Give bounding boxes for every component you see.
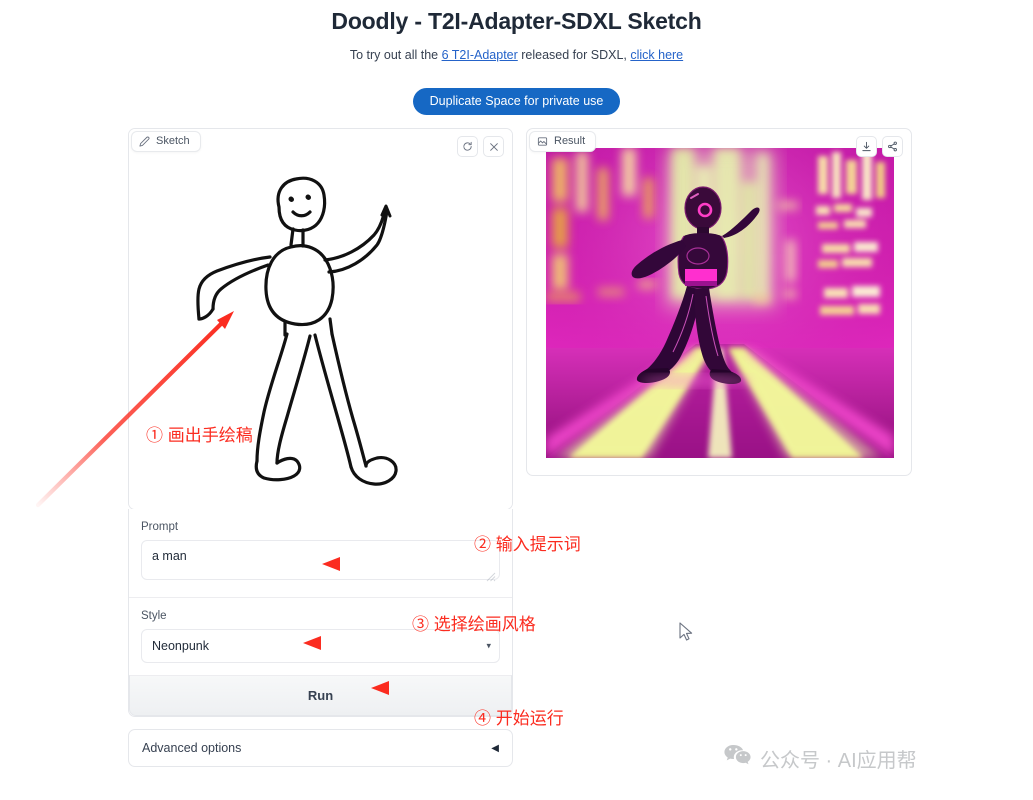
result-panel-tag: Result (529, 131, 597, 152)
t2i-adapter-link[interactable]: 6 T2I-Adapter (442, 48, 518, 62)
prompt-input-wrapper (141, 540, 500, 585)
duplicate-space-button[interactable]: Duplicate Space for private use (412, 88, 621, 115)
share-icon[interactable] (882, 136, 903, 157)
app-root: Doodly - T2I-Adapter-SDXL Sketch To try … (0, 0, 1033, 800)
sketch-figure (196, 176, 398, 486)
sketch-panel-actions (457, 136, 504, 157)
close-icon[interactable] (483, 136, 504, 157)
sketch-panel-tag: Sketch (131, 131, 201, 152)
page-subtitle: To try out all the 6 T2I-Adapter release… (0, 48, 1033, 62)
annotation-step-1: ① 画出手绘稿 (146, 426, 253, 445)
sketch-panel[interactable]: Sketch (128, 128, 513, 510)
undo-icon[interactable] (457, 136, 478, 157)
pencil-icon (139, 136, 150, 147)
result-panel: Result (526, 128, 912, 476)
duplicate-button-container: Duplicate Space for private use (0, 88, 1033, 115)
download-icon[interactable] (856, 136, 877, 157)
result-panel-label: Result (554, 135, 586, 147)
watermark: 公众号 · AI应用帮 (724, 744, 917, 773)
watermark-text: 公众号 · AI应用帮 (760, 750, 917, 772)
result-panel-actions (856, 136, 903, 157)
image-icon (537, 136, 548, 147)
page-title: Doodly - T2I-Adapter-SDXL Sketch (331, 8, 702, 34)
mouse-pointer-icon (679, 622, 695, 647)
prompt-field-group: Prompt (129, 509, 512, 598)
subtitle-text-mid: released for SDXL, (517, 48, 631, 62)
left-column: Sketch Prompt a man Style Neonpunk ▾ Run… (128, 128, 513, 767)
wechat-icon (724, 744, 751, 773)
annotation-step-2: ② 输入提示词 (474, 535, 581, 554)
sketch-drawing-canvas[interactable] (129, 129, 512, 509)
subtitle-text-pre: To try out all the (349, 48, 442, 62)
click-here-link[interactable]: click here (630, 48, 683, 62)
run-button[interactable]: Run (129, 675, 512, 716)
advanced-options-accordion[interactable]: Advanced options ◀ (128, 729, 513, 767)
prompt-label: Prompt (141, 521, 179, 533)
annotation-step-4: ④ 开始运行 (474, 709, 564, 728)
chevron-left-icon: ◀ (491, 742, 499, 754)
sketch-panel-label: Sketch (156, 135, 190, 147)
advanced-options-label: Advanced options (142, 741, 242, 755)
prompt-input[interactable] (141, 540, 500, 580)
result-image[interactable] (546, 148, 894, 458)
annotation-step-3: ③ 选择绘画风格 (412, 615, 536, 634)
